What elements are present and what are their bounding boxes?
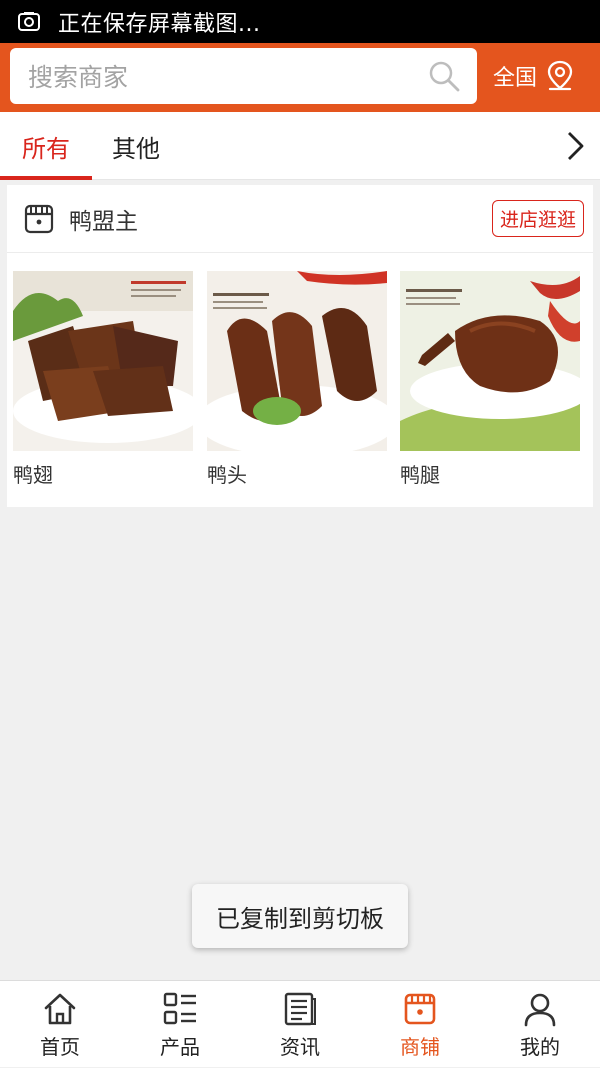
nav-mine[interactable]: 我的 (480, 981, 600, 1068)
nav-label: 商铺 (400, 1035, 440, 1059)
nav-home[interactable]: 首页 (0, 981, 120, 1068)
region-label: 全国 (493, 66, 538, 91)
shop-icon (24, 204, 54, 233)
user-icon (524, 993, 556, 1027)
product-image-duck-wings[interactable] (13, 271, 193, 451)
product-item[interactable]: 鸭头 (207, 271, 387, 488)
home-icon (44, 993, 76, 1025)
enter-store-button[interactable]: 进店逛逛 (491, 200, 584, 237)
status-bar: 正在保存屏幕截图... (0, 0, 600, 43)
status-text: 正在保存屏幕截图... (58, 11, 261, 37)
search-bar[interactable]: 搜索商家 (10, 48, 477, 104)
store-header: 鸭盟主 进店逛逛 (7, 185, 593, 253)
nav-label: 首页 (40, 1035, 80, 1059)
product-image-duck-heads[interactable] (207, 271, 387, 451)
location-pin-icon (547, 60, 573, 91)
toast-message: 已复制到剪切板 (192, 884, 408, 948)
product-name: 鸭翅 (13, 463, 53, 487)
nav-products[interactable]: 产品 (120, 981, 240, 1068)
search-icon[interactable] (427, 59, 461, 93)
region-selector[interactable]: 全国 (493, 43, 575, 109)
tab-other[interactable]: 其他 (92, 112, 180, 180)
product-list: 鸭翅 鸭头 鸭腿 (7, 253, 593, 507)
product-item[interactable]: 鸭腿 (400, 271, 580, 488)
product-name: 鸭头 (207, 463, 247, 487)
shop-icon (404, 993, 436, 1025)
nav-label: 资讯 (280, 1035, 320, 1059)
nav-shops[interactable]: 商铺 (360, 981, 480, 1068)
product-name: 鸭腿 (400, 463, 440, 487)
nav-news[interactable]: 资讯 (240, 981, 360, 1068)
product-image-duck-legs[interactable] (400, 271, 580, 451)
nav-label: 产品 (160, 1035, 200, 1059)
store-card: 鸭盟主 进店逛逛 鸭翅 鸭头 鸭腿 (7, 185, 593, 507)
grid-list-icon (163, 992, 196, 1025)
search-input[interactable]: 搜索商家 (28, 58, 427, 94)
store-name[interactable]: 鸭盟主 (69, 202, 492, 236)
category-tabs: 所有 其他 (0, 112, 600, 180)
header: 搜索商家 全国 (0, 43, 600, 112)
nav-label: 我的 (520, 1035, 560, 1059)
product-item[interactable]: 鸭翅 (13, 271, 193, 488)
bottom-nav: 首页 产品 资讯 商铺 我的 (0, 980, 600, 1067)
tab-all[interactable]: 所有 (0, 112, 92, 180)
screenshot-icon (0, 0, 58, 43)
news-icon (284, 992, 316, 1026)
chevron-right-icon[interactable] (564, 130, 586, 162)
